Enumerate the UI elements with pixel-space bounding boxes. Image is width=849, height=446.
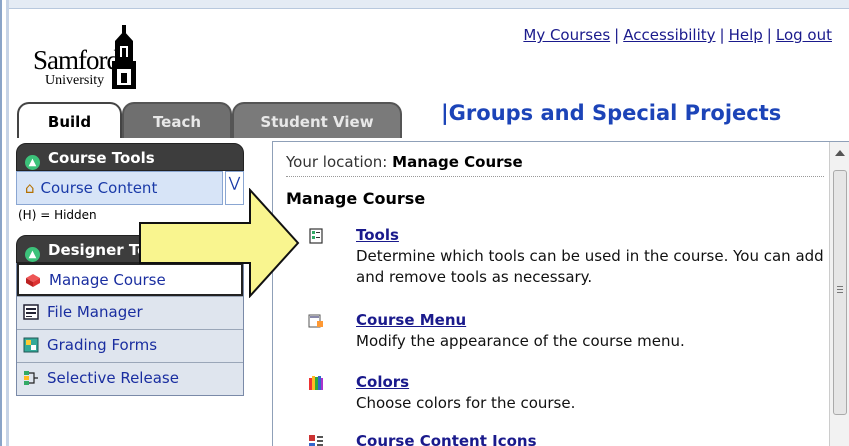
callout-arrow-icon [139, 188, 300, 298]
top-border [0, 0, 849, 9]
home-icon: ⌂ [25, 179, 35, 197]
file-manager-icon [23, 304, 39, 320]
colors-icon [309, 376, 323, 390]
scroll-thumb[interactable] [833, 170, 847, 415]
tools-icon [309, 228, 323, 244]
logo-sub: University [45, 73, 105, 88]
main-panel: Your location: Manage Course Manage Cour… [272, 141, 849, 446]
my-courses-link[interactable]: My Courses [523, 26, 610, 44]
divider [286, 176, 824, 177]
grip-icon [837, 286, 843, 293]
collapse-circle-icon: ▲ [25, 155, 40, 170]
collapse-circle-icon: ▲ [25, 247, 40, 262]
course-tools-heading[interactable]: ▲ Course Tools [16, 143, 244, 171]
course-title: |Groups and Special Projects [441, 101, 782, 125]
sidebar-item-grading-forms[interactable]: Grading Forms [17, 329, 243, 362]
selective-release-icon [24, 371, 38, 385]
content-icons-icon [309, 435, 323, 446]
cubes-icon [26, 274, 40, 287]
grading-forms-icon [23, 337, 39, 353]
bell-tower-icon [112, 25, 136, 89]
sidebar-item-file-manager[interactable]: File Manager [17, 296, 243, 329]
course-menu-icon [308, 314, 323, 328]
help-link[interactable]: Help [729, 26, 763, 44]
top-links: My Courses | Accessibility | Help | Log out [523, 26, 832, 44]
course-content-icons-link[interactable]: Course Content Icons [356, 432, 537, 446]
colors-description: Choose colors for the course. [356, 394, 576, 412]
sidebar-item-selective-release[interactable]: Selective Release [17, 362, 243, 395]
page-title: Manage Course [286, 189, 426, 208]
tab-student-view[interactable]: Student View [232, 102, 402, 138]
tab-teach[interactable]: Teach [122, 102, 232, 138]
left-border [0, 0, 9, 446]
scroll-up-icon[interactable] [835, 150, 845, 156]
breadcrumb: Your location: Manage Course [286, 153, 523, 171]
breadcrumb-current: Manage Course [392, 153, 523, 171]
tools-link[interactable]: Tools [356, 226, 399, 244]
course-menu-description: Modify the appearance of the course menu… [356, 332, 685, 350]
course-menu-link[interactable]: Course Menu [356, 311, 466, 329]
log-out-link[interactable]: Log out [776, 26, 832, 44]
logo-name: Samford [33, 45, 120, 75]
samford-logo: Samford University [33, 25, 143, 95]
colors-link[interactable]: Colors [356, 373, 409, 391]
mode-tabs: Build Teach Student View [15, 100, 435, 138]
tools-description: Determine which tools can be used in the… [356, 247, 824, 286]
vertical-scrollbar[interactable] [829, 142, 849, 446]
tab-build[interactable]: Build [17, 102, 122, 138]
accessibility-link[interactable]: Accessibility [623, 26, 715, 44]
